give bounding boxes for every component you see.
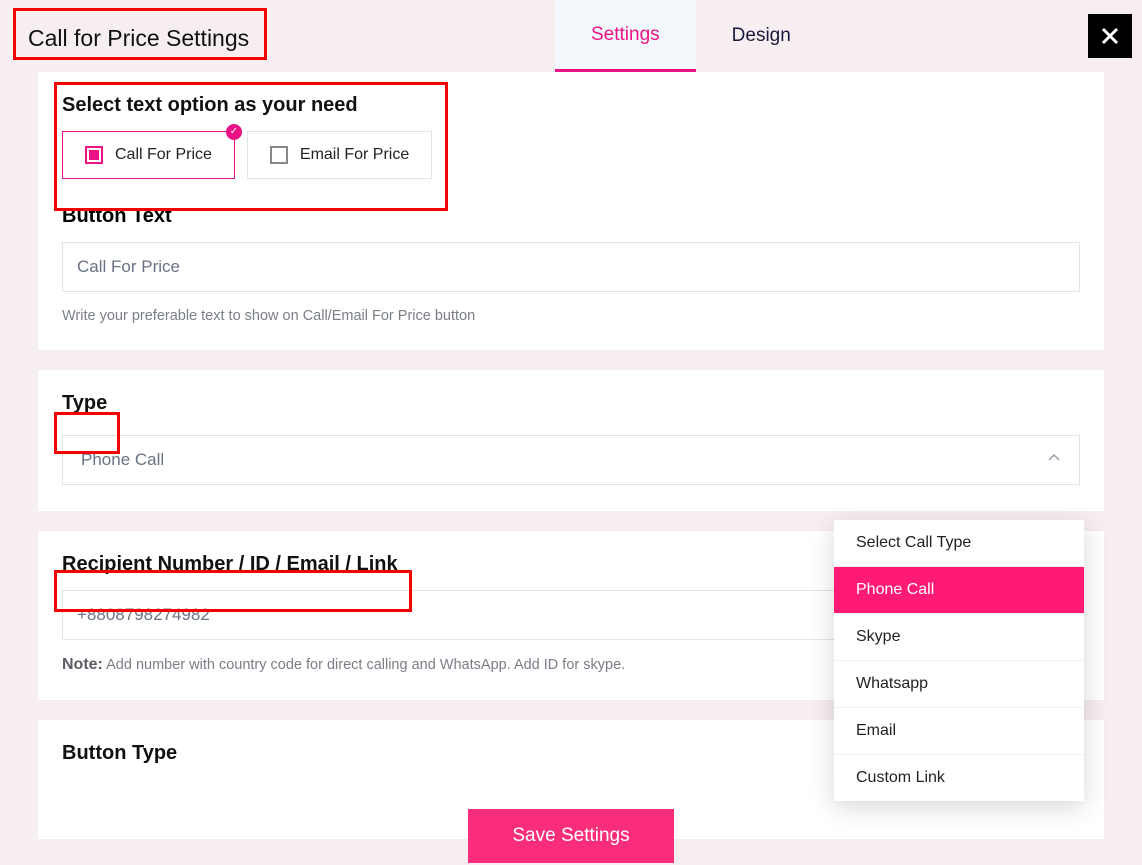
card-type: Type Phone Call xyxy=(38,370,1104,511)
annotation-box-type xyxy=(56,414,118,452)
type-label: Type xyxy=(62,392,1080,415)
button-text-help: Write your preferable text to show on Ca… xyxy=(62,308,1080,324)
tab-settings[interactable]: Settings xyxy=(555,0,696,72)
save-bar: Save Settings xyxy=(0,809,1142,865)
dropdown-item-phone-call[interactable]: Phone Call xyxy=(834,567,1084,614)
type-dropdown: Select Call Type Phone Call Skype Whatsa… xyxy=(834,520,1084,801)
chevron-up-icon xyxy=(1047,450,1061,470)
tabs: Settings Design xyxy=(555,0,827,72)
close-icon xyxy=(1100,26,1120,46)
button-text-input[interactable] xyxy=(62,242,1080,292)
dropdown-item-skype[interactable]: Skype xyxy=(834,614,1084,661)
page-title: Call for Price Settings xyxy=(24,23,253,54)
dropdown-item-whatsapp[interactable]: Whatsapp xyxy=(834,661,1084,708)
header: Call for Price Settings Settings Design xyxy=(0,0,1142,72)
close-button[interactable] xyxy=(1088,14,1132,58)
save-settings-button[interactable]: Save Settings xyxy=(468,809,673,863)
dropdown-item-custom-link[interactable]: Custom Link xyxy=(834,755,1084,801)
dropdown-item-email[interactable]: Email xyxy=(834,708,1084,755)
dropdown-item-select-call-type[interactable]: Select Call Type xyxy=(834,520,1084,567)
type-select[interactable]: Phone Call xyxy=(62,435,1080,485)
type-selected-value: Phone Call xyxy=(81,450,164,470)
note-label: Note: xyxy=(62,656,103,673)
note-text: Add number with country code for direct … xyxy=(106,657,625,673)
annotation-box-options xyxy=(56,84,446,209)
tab-design[interactable]: Design xyxy=(696,0,827,72)
annotation-box-recipient xyxy=(56,572,410,610)
